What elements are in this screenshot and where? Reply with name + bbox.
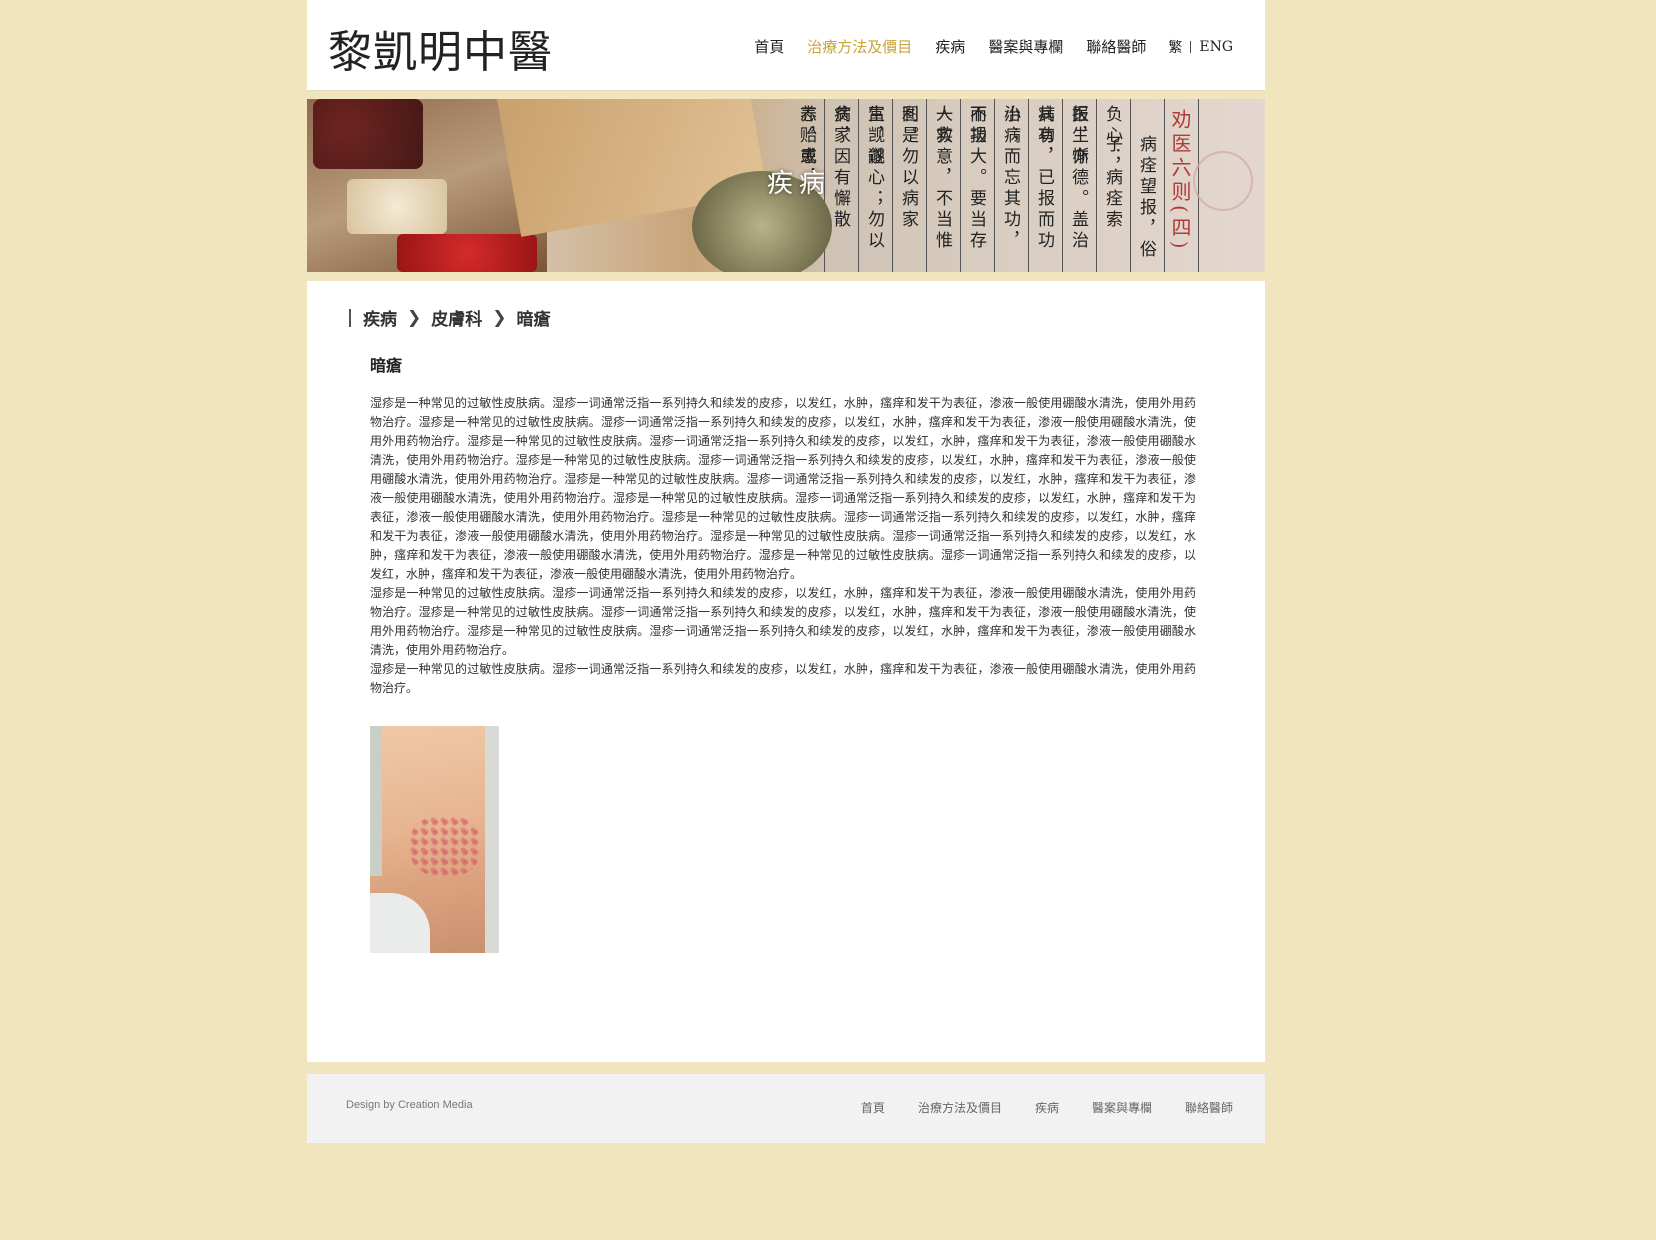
language-switcher: 繁 ENG — [1168, 37, 1233, 57]
lang-english[interactable]: ENG — [1199, 39, 1233, 55]
footer-nav-cases-columns[interactable]: 醫案與專欄 — [1092, 1099, 1152, 1116]
herb-slices-image — [347, 179, 447, 234]
nav-contact[interactable]: 聯絡醫師 — [1086, 36, 1146, 57]
red-dates-image — [313, 99, 423, 169]
chevron-right-icon: ❯ — [407, 307, 422, 328]
footer-nav-diseases[interactable]: 疾病 — [1035, 1099, 1059, 1116]
main-nav: 首頁 治療方法及價目 疾病 醫案與專欄 聯絡醫師 繁 ENG — [731, 36, 1233, 57]
banner-title: 疾病 — [767, 169, 832, 199]
main-content: 疾病 ❯ 皮膚科 ❯ 暗瘡 暗瘡 湿疹是一种常见的过敏性皮肤病。湿疹一词通常泛指… — [307, 281, 1265, 1062]
site-logo[interactable]: 黎凱明中醫 — [328, 16, 553, 80]
article-paragraph-1: 湿疹是一种常见的过敏性皮肤病。湿疹一词通常泛指一系列持久和续发的皮疹，以发红，水… — [370, 396, 1196, 581]
breadcrumb-dermatology[interactable]: 皮膚科 — [431, 305, 482, 330]
footer-nav: 首頁 治療方法及價目 疾病 醫案與專欄 聯絡醫師 — [828, 1099, 1233, 1116]
article-body: 湿疹是一种常见的过敏性皮肤病。湿疹一词通常泛指一系列持久和续发的皮疹，以发红，水… — [370, 394, 1196, 698]
nav-cases-columns[interactable]: 醫案與專欄 — [988, 36, 1063, 57]
design-credit[interactable]: Design by Creation Media — [346, 1099, 473, 1111]
nav-treatment-prices[interactable]: 治療方法及價目 — [807, 36, 912, 57]
seal-stamp — [1193, 151, 1253, 211]
site-footer: Design by Creation Media 首頁 治療方法及價目 疾病 醫… — [307, 1073, 1265, 1143]
nav-diseases[interactable]: 疾病 — [935, 36, 965, 57]
site-header: 黎凱明中醫 首頁 治療方法及價目 疾病 醫案與專欄 聯絡醫師 繁 ENG — [307, 0, 1265, 91]
article-paragraph-2: 湿疹是一种常见的过敏性皮肤病。湿疹一词通常泛指一系列持久和续发的皮疹，以发红，水… — [370, 586, 1196, 657]
calligraphy-title: 劝医六则(四) — [1168, 109, 1192, 253]
lang-divider — [1190, 40, 1192, 53]
article-paragraph-3: 湿疹是一种常见的过敏性皮肤病。湿疹一词通常泛指一系列持久和续发的皮疹，以发红，水… — [370, 662, 1196, 695]
footer-nav-home[interactable]: 首頁 — [861, 1099, 885, 1116]
skin-condition-photo — [370, 726, 499, 953]
lang-traditional-chinese[interactable]: 繁 — [1168, 37, 1182, 57]
breadcrumb-diseases[interactable]: 疾病 — [363, 305, 397, 330]
hero-banner: 劝医六则(四) 病痊望报，俗子 负心；病痊索报，亦 医生惭德。盖治病有 其功，已… — [307, 99, 1265, 272]
chevron-right-icon: ❯ — [492, 307, 507, 328]
footer-nav-contact[interactable]: 聯絡醫師 — [1185, 1099, 1233, 1116]
goji-berries-image — [397, 234, 537, 272]
breadcrumb-acne: 暗瘡 — [516, 310, 551, 330]
footer-nav-treatment-prices[interactable]: 治療方法及價目 — [918, 1099, 1002, 1116]
article-title: 暗瘡 — [370, 356, 403, 375]
breadcrumb: 疾病 ❯ 皮膚科 ❯ 暗瘡 — [349, 305, 551, 330]
nav-home[interactable]: 首頁 — [754, 36, 784, 57]
breadcrumb-marker — [349, 308, 351, 327]
